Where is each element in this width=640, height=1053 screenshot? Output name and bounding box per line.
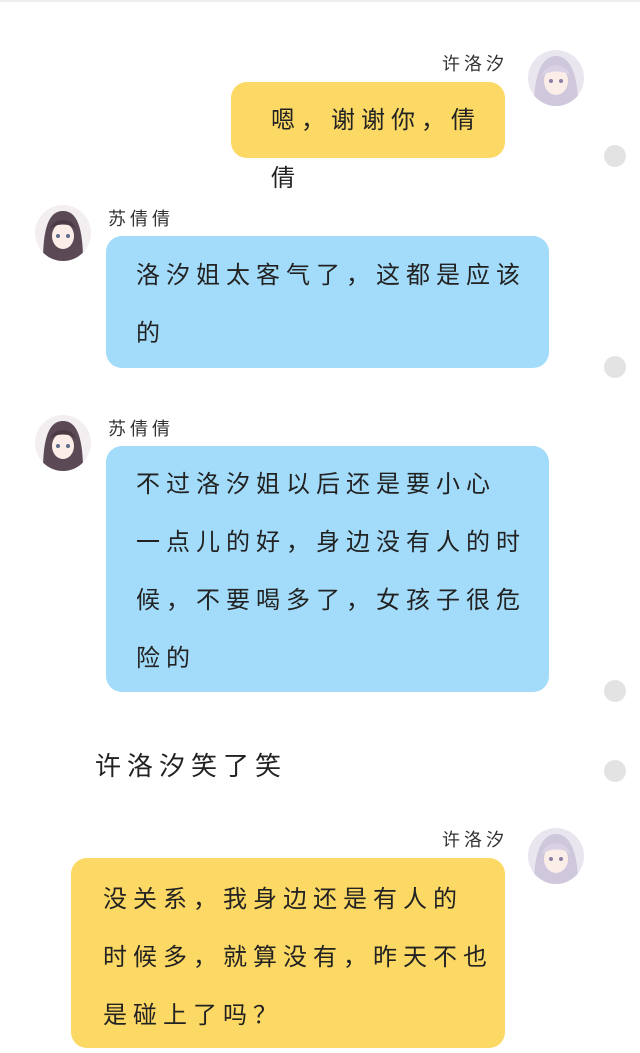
message-text: 不过洛汐姐以后还是要小心 一点儿的好，身边没有人的时 候，不要喝多了，女孩子很危…	[136, 470, 526, 672]
top-divider	[0, 0, 640, 2]
avatar-silver-hair-icon	[528, 50, 584, 106]
sender-name: 苏倩倩	[108, 209, 174, 230]
message-bubble[interactable]: 洛汐姐太客气了，这都是应该 的	[106, 236, 549, 368]
read-status-dot	[604, 680, 626, 702]
message-text: 洛汐姐太客气了，这都是应该 的	[136, 261, 526, 347]
avatar-silver-hair-icon	[528, 828, 584, 884]
sender-name: 许洛汐	[442, 54, 508, 75]
message-bubble[interactable]: 不过洛汐姐以后还是要小心 一点儿的好，身边没有人的时 候，不要喝多了，女孩子很危…	[106, 446, 549, 692]
message-text: 没关系，我身边还是有人的 时候多，就算没有，昨天不也 是碰上了吗？	[103, 885, 493, 1029]
avatar-dark-hair-icon	[35, 415, 91, 471]
avatar[interactable]	[528, 50, 584, 106]
narration-text: 许洛汐笑了笑	[95, 752, 288, 782]
avatar[interactable]	[528, 828, 584, 884]
read-status-dot	[604, 760, 626, 782]
sender-name: 苏倩倩	[108, 419, 174, 440]
read-status-dot	[604, 356, 626, 378]
read-status-dot	[604, 145, 626, 167]
sender-name: 许洛汐	[442, 830, 508, 851]
message-text: 嗯，谢谢你，倩倩	[271, 106, 481, 192]
message-bubble[interactable]: 没关系，我身边还是有人的 时候多，就算没有，昨天不也 是碰上了吗？	[71, 858, 505, 1048]
avatar[interactable]	[35, 415, 91, 471]
message-bubble[interactable]: 嗯，谢谢你，倩倩	[231, 82, 505, 192]
avatar-dark-hair-icon	[35, 205, 91, 261]
avatar[interactable]	[35, 205, 91, 261]
